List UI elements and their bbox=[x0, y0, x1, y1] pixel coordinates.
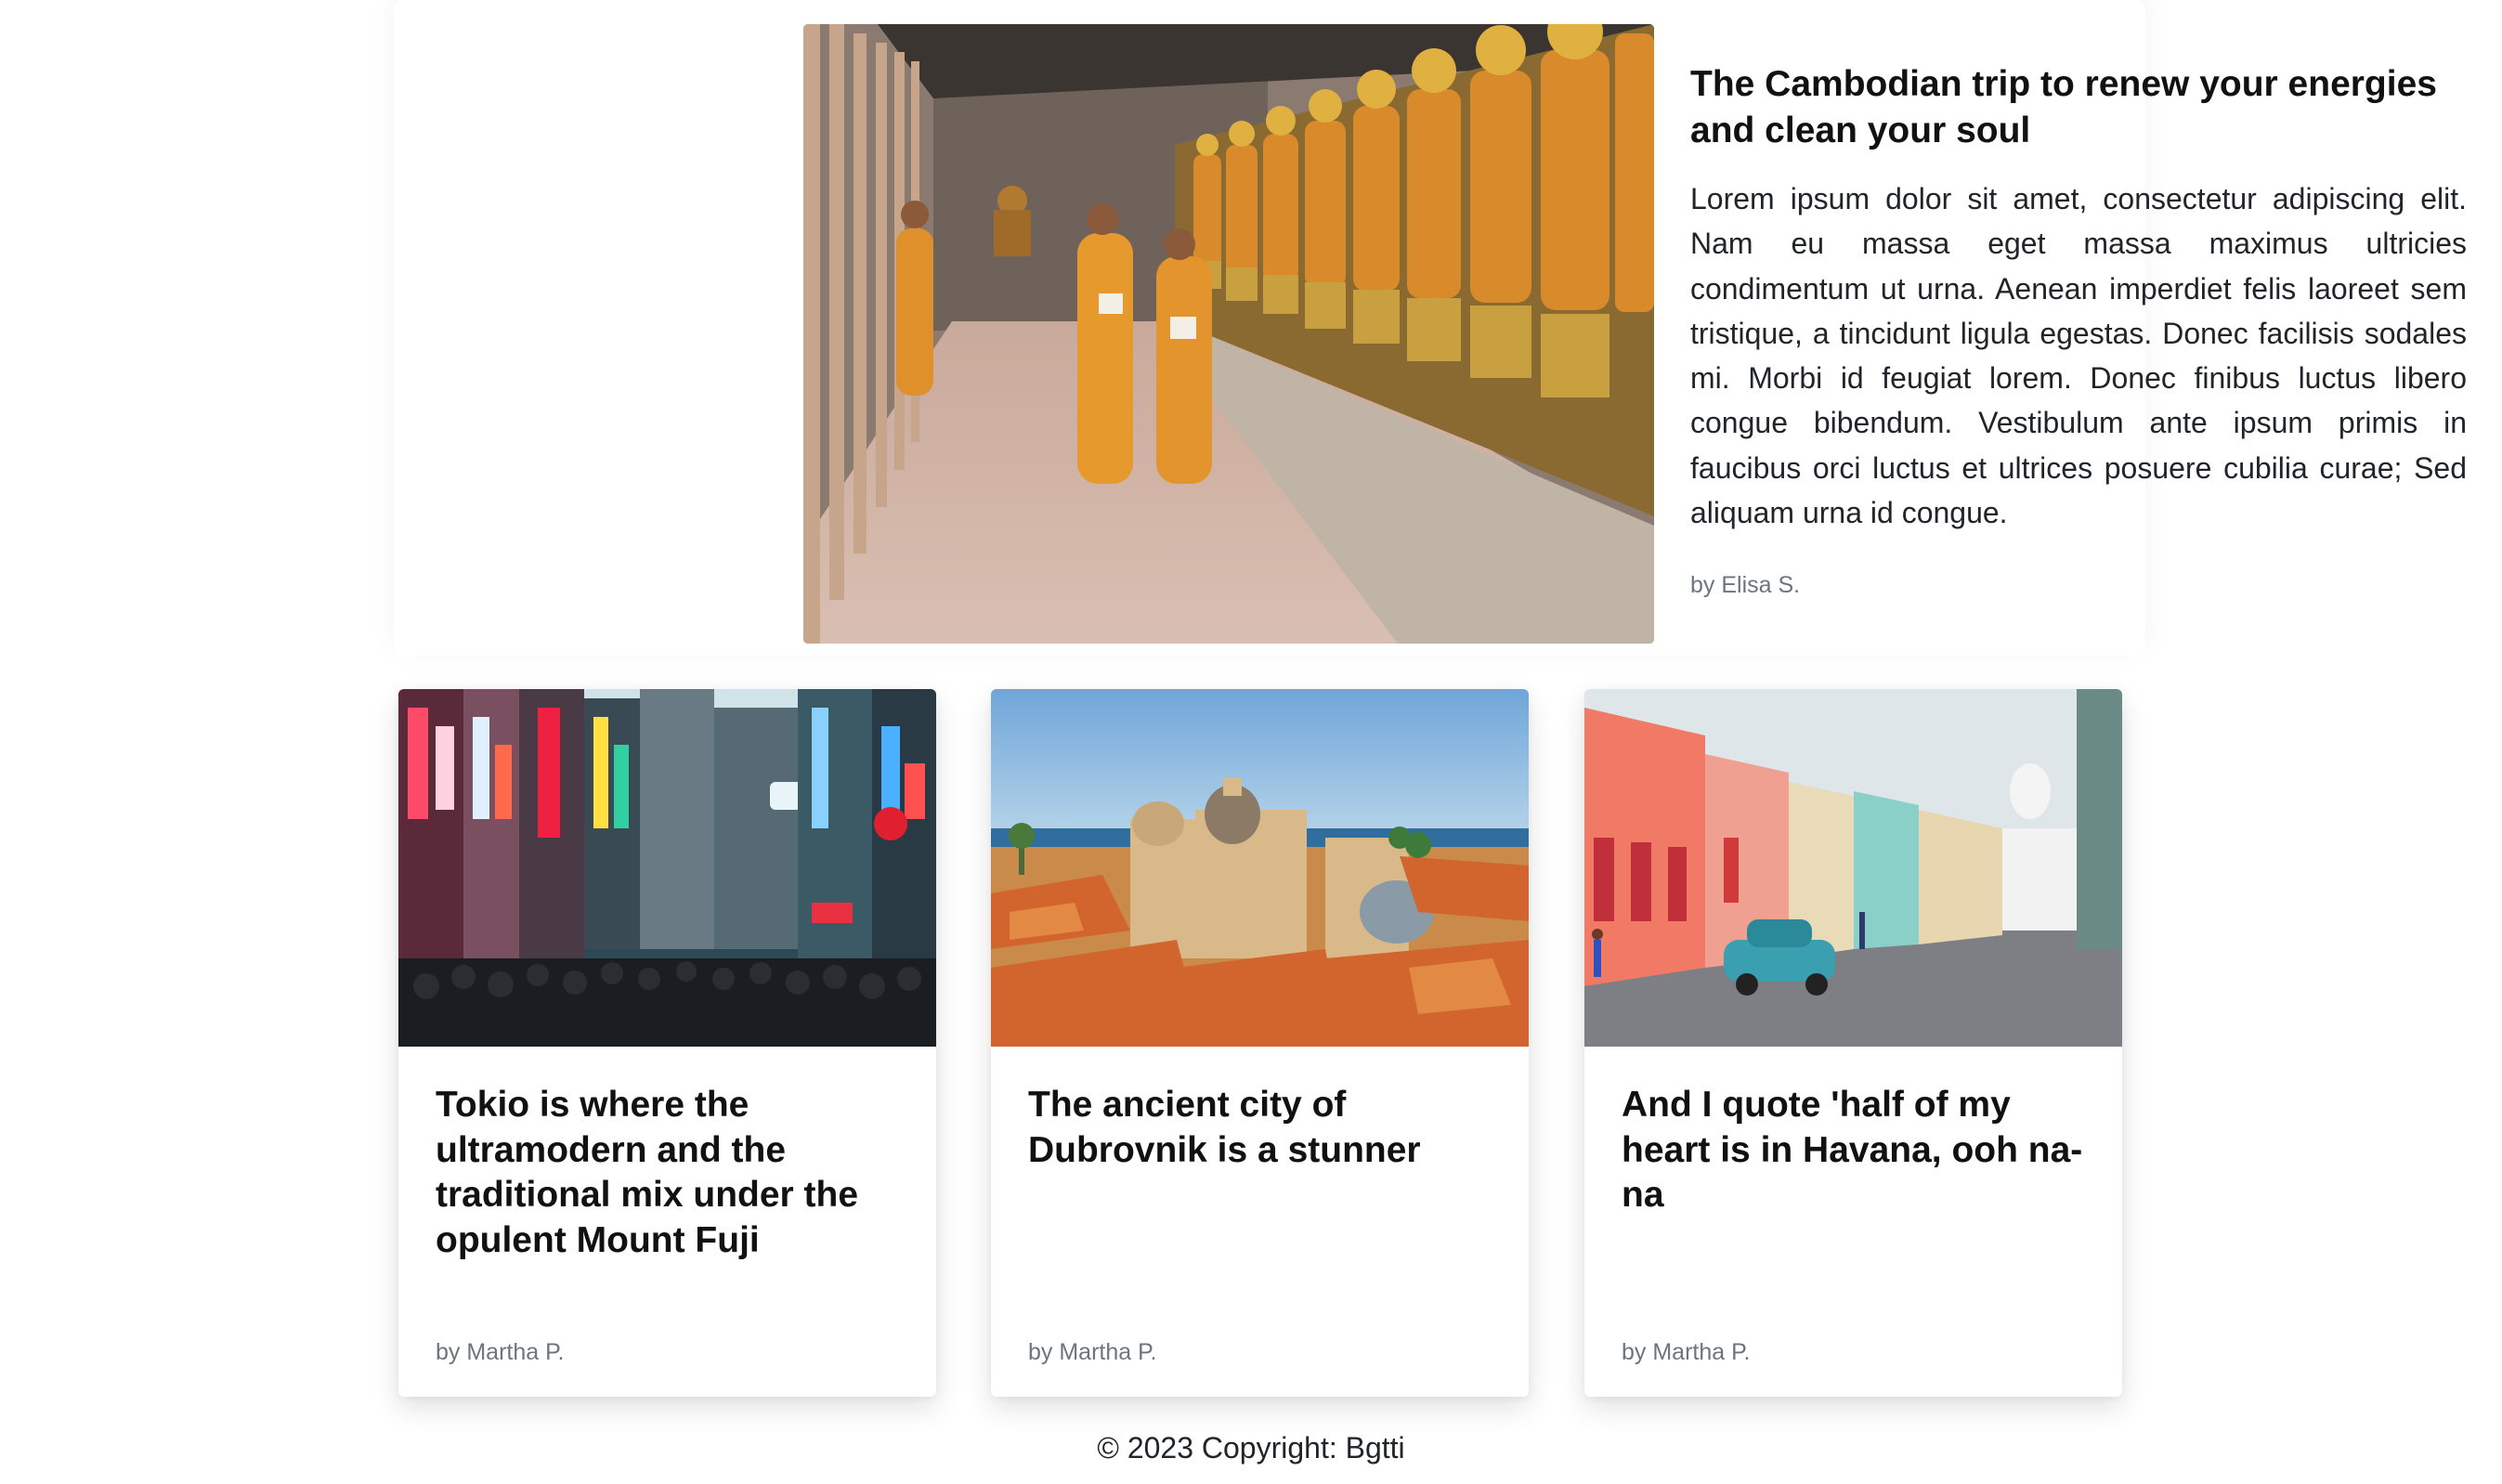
card-author-tokyo: by Martha P. bbox=[436, 1339, 565, 1365]
card-image-dubrovnik-rooftops bbox=[991, 689, 1529, 1047]
card-title-havana[interactable]: And I quote 'half of my heart is in Hava… bbox=[1622, 1083, 2095, 1218]
article-card-havana[interactable]: And I quote 'half of my heart is in Hava… bbox=[1584, 689, 2122, 1397]
featured-article-author: by Elisa S. bbox=[1690, 572, 1801, 598]
featured-image-monks-temple[interactable] bbox=[803, 24, 1654, 644]
article-card-dubrovnik[interactable]: The ancient city of Dubrovnik is a stunn… bbox=[991, 689, 1529, 1397]
featured-article-excerpt: Lorem ipsum dolor sit amet, consectetur … bbox=[1690, 182, 2467, 530]
card-author-dubrovnik: by Martha P. bbox=[1028, 1339, 1157, 1365]
card-title-tokyo[interactable]: Tokio is where the ultramodern and the t… bbox=[436, 1083, 909, 1263]
card-image-havana-street bbox=[1584, 689, 2122, 1047]
article-card-tokyo[interactable]: Tokio is where the ultramodern and the t… bbox=[398, 689, 936, 1397]
footer-copyright: © 2023 Copyright: Bgtti bbox=[1097, 1431, 1405, 1464]
card-image-tokyo-street bbox=[398, 689, 936, 1047]
featured-article-title[interactable]: The Cambodian trip to renew your energie… bbox=[1690, 61, 2480, 154]
featured-article-card: The Cambodian trip to renew your energie… bbox=[394, 0, 2467, 656]
card-author-havana: by Martha P. bbox=[1622, 1339, 1751, 1365]
card-title-dubrovnik[interactable]: The ancient city of Dubrovnik is a stunn… bbox=[1028, 1083, 1502, 1173]
